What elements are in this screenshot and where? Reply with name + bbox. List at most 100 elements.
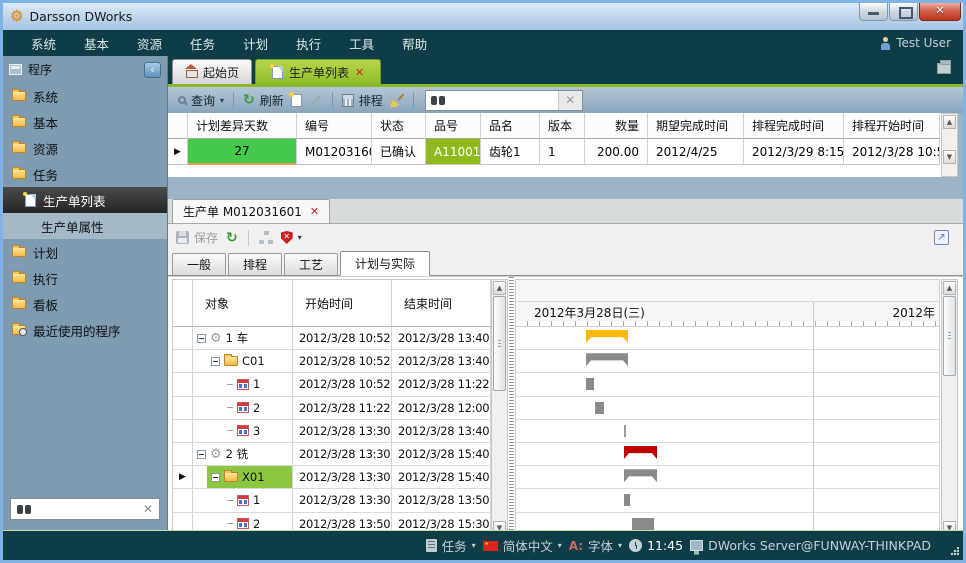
scroll-up-icon[interactable] xyxy=(943,115,956,129)
scrollbar-thumb[interactable] xyxy=(493,296,506,391)
gantt-bar[interactable] xyxy=(624,446,657,459)
detail-tab-close-icon[interactable]: ✕ xyxy=(310,205,319,218)
gantt-vertical-scrollbar[interactable] xyxy=(941,279,958,537)
schedule-button[interactable]: 排程 xyxy=(342,92,383,109)
col-expected-finish[interactable]: 期望完成时间 xyxy=(648,113,744,139)
col-order-no[interactable]: 编号 xyxy=(297,113,372,139)
menu-execute[interactable]: 执行 xyxy=(296,34,321,53)
new-document-icon[interactable] xyxy=(291,94,302,107)
sidebar-item-kanban[interactable]: 看板 xyxy=(3,291,167,317)
split-handle[interactable] xyxy=(509,277,514,530)
col-quantity[interactable]: 数量 xyxy=(585,113,648,139)
scroll-up-icon[interactable] xyxy=(493,281,506,295)
refresh-button[interactable]: ↻ 刷新 xyxy=(243,92,284,109)
gantt-bar[interactable] xyxy=(586,378,594,390)
sidebar-item-production-order-list[interactable]: 生产单列表 xyxy=(3,187,167,213)
status-language-menu[interactable]: 简体中文 ▾ xyxy=(483,536,562,555)
cell-status[interactable]: 已确认 xyxy=(372,139,426,165)
org-chart-icon[interactable] xyxy=(259,231,273,244)
close-button[interactable] xyxy=(919,3,961,21)
subtab-schedule[interactable]: 排程 xyxy=(228,253,282,275)
tree-row[interactable]: 1 2012/3/28 13:30 2012/3/28 13:50 xyxy=(173,489,491,512)
col-version[interactable]: 版本 xyxy=(540,113,585,139)
scroll-up-icon[interactable] xyxy=(943,281,956,295)
menu-system[interactable]: 系统 xyxy=(31,34,56,53)
tree-row[interactable]: ⚙ 1 车 2012/3/28 10:52 2012/3/28 13:40 xyxy=(173,327,491,350)
sidebar-search-clear-icon[interactable]: ✕ xyxy=(143,502,153,516)
sidebar-collapse-button[interactable]: ‹ xyxy=(144,62,161,78)
col-plan-diff-days[interactable]: 计划差异天数 xyxy=(188,113,297,139)
tab-close-icon[interactable]: ✕ xyxy=(355,66,364,79)
col-item-no[interactable]: 品号 xyxy=(426,113,481,139)
detail-doc-tab[interactable]: 生产单 M012031601 ✕ xyxy=(172,199,330,223)
refresh-icon[interactable]: ↻ xyxy=(226,231,238,245)
tree-row[interactable]: 3 2012/3/28 13:30 2012/3/28 13:40 xyxy=(173,420,491,443)
sidebar-item-resource[interactable]: 资源 xyxy=(3,135,167,161)
menu-task[interactable]: 任务 xyxy=(190,34,215,53)
sidebar-item-production-order-props[interactable]: 生产单属性 xyxy=(3,213,167,239)
open-in-window-icon[interactable] xyxy=(934,230,949,245)
collapse-minus-icon[interactable] xyxy=(211,357,220,366)
tree-col-end[interactable]: 结束时间 xyxy=(392,280,491,326)
sidebar-item-basic[interactable]: 基本 xyxy=(3,109,167,135)
maximize-button[interactable] xyxy=(889,3,918,21)
tree-row[interactable]: 1 2012/3/28 10:52 2012/3/28 11:22 xyxy=(173,373,491,396)
subtab-general[interactable]: 一般 xyxy=(172,253,226,275)
window-list-icon[interactable] xyxy=(937,63,951,74)
cell-scheduled-finish[interactable]: 2012/3/29 8:15 xyxy=(744,139,844,165)
broom-icon[interactable] xyxy=(390,93,404,107)
tab-home[interactable]: 起始页 xyxy=(172,59,252,84)
tree-col-object[interactable]: 对象 xyxy=(193,280,293,326)
dropdown-caret-icon[interactable]: ▾ xyxy=(472,541,476,550)
gantt-bar[interactable] xyxy=(624,469,657,482)
validate-dropdown-caret-icon[interactable]: ▾ xyxy=(298,233,302,242)
col-scheduled-finish[interactable]: 排程完成时间 xyxy=(744,113,844,139)
sidebar-item-plan[interactable]: 计划 xyxy=(3,239,167,265)
cell-scheduled-start[interactable]: 2012/3/28 10:52 xyxy=(844,139,940,165)
cell-plan-diff-days[interactable]: 27 xyxy=(188,139,297,165)
cell-item-no[interactable]: A11001 xyxy=(426,139,481,165)
quick-search-clear-icon[interactable]: ✕ xyxy=(558,91,582,110)
collapse-minus-icon[interactable] xyxy=(197,450,206,459)
tab-production-order-list[interactable]: 生产单列表 ✕ xyxy=(255,59,381,84)
cell-item-name[interactable]: 齿轮1 xyxy=(481,139,540,165)
menu-tools[interactable]: 工具 xyxy=(349,34,374,53)
col-status[interactable]: 状态 xyxy=(372,113,426,139)
tree-vertical-scrollbar[interactable] xyxy=(491,279,508,537)
subtab-plan-vs-actual[interactable]: 计划与实际 xyxy=(340,251,430,276)
edit-pencil-icon[interactable] xyxy=(310,94,321,105)
orders-data-row[interactable]: ▶ 27 M012031601 已确认 A11001 齿轮1 1 200.00 … xyxy=(168,139,941,165)
cell-version[interactable]: 1 xyxy=(540,139,585,165)
dropdown-caret-icon[interactable]: ▾ xyxy=(558,541,562,550)
sidebar-item-system[interactable]: 系统 xyxy=(3,83,167,109)
col-scheduled-start[interactable]: 排程开始时间 xyxy=(844,113,940,139)
query-button[interactable]: 查询 ▾ xyxy=(178,92,224,109)
cell-quantity[interactable]: 200.00 xyxy=(585,139,648,165)
gantt-bar[interactable] xyxy=(586,330,628,343)
tree-row[interactable]: C01 2012/3/28 10:52 2012/3/28 13:40 xyxy=(173,350,491,373)
gantt-bar[interactable] xyxy=(624,425,626,437)
scrollbar-thumb[interactable] xyxy=(943,296,956,376)
save-button[interactable]: 保存 xyxy=(176,229,218,246)
gantt-bar[interactable] xyxy=(586,353,628,366)
status-task-menu[interactable]: 任务 ▾ xyxy=(426,536,476,555)
resize-grip[interactable] xyxy=(950,547,959,556)
query-dropdown-caret-icon[interactable]: ▾ xyxy=(220,96,224,105)
menu-help[interactable]: 帮助 xyxy=(402,34,427,53)
menu-plan[interactable]: 计划 xyxy=(243,34,268,53)
scroll-down-icon[interactable] xyxy=(943,150,956,164)
collapse-minus-icon[interactable] xyxy=(197,334,206,343)
minimize-button[interactable] xyxy=(859,3,888,21)
subtab-process[interactable]: 工艺 xyxy=(284,253,338,275)
sidebar-item-execute[interactable]: 执行 xyxy=(3,265,167,291)
tree-row[interactable]: ⚙ 2 铣 2012/3/28 13:30 2012/3/28 15:40 xyxy=(173,443,491,466)
quick-search-input[interactable] xyxy=(445,92,558,109)
cell-order-no[interactable]: M012031601 xyxy=(297,139,372,165)
tree-col-start[interactable]: 开始时间 xyxy=(293,280,392,326)
status-font-menu[interactable]: A: 字体 ▾ xyxy=(569,536,622,555)
quick-search-box[interactable]: ✕ xyxy=(425,90,583,111)
dropdown-caret-icon[interactable]: ▾ xyxy=(618,541,622,550)
col-item-name[interactable]: 品名 xyxy=(481,113,540,139)
menu-resource[interactable]: 资源 xyxy=(137,34,162,53)
orders-vertical-scrollbar[interactable] xyxy=(941,113,958,177)
